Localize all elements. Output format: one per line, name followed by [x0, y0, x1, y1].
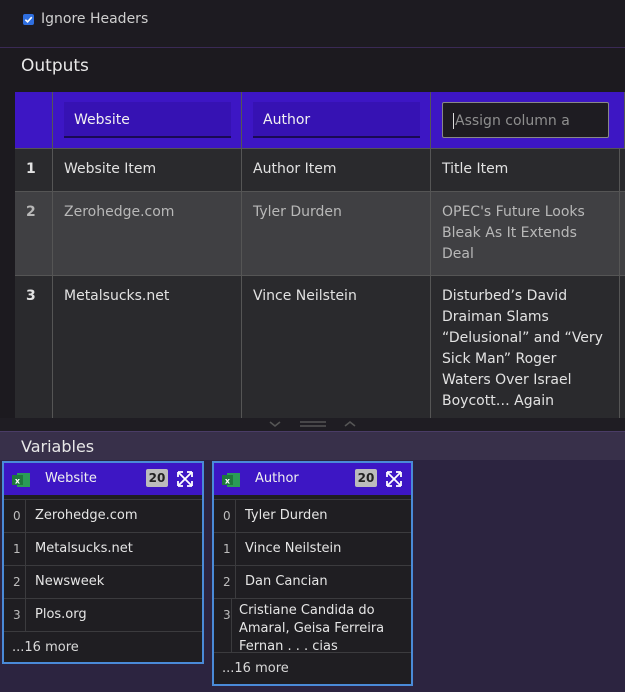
options-bar: Ignore Headers: [0, 0, 625, 48]
table-row: 3 Metalsucks.net Vince Neilstein Disturb…: [15, 275, 625, 418]
outputs-table: Website Author Assign column a name 1 We…: [15, 92, 625, 418]
item-value: Tyler Durden: [235, 500, 328, 532]
variable-name: Website: [45, 471, 97, 486]
list-item: 3 Plos.org: [4, 598, 202, 631]
list-item: 2 Dan Cancian: [214, 565, 411, 598]
item-index: 3: [223, 608, 231, 622]
row-index: 3: [15, 276, 53, 418]
table-cell: Author Item: [242, 149, 431, 191]
count-badge: 20: [355, 469, 377, 487]
variable-card-author[interactable]: x Author 20 0 Tyler Durden 1 Vince Neils…: [212, 461, 413, 686]
item-index: 0: [13, 509, 21, 523]
ignore-headers-checkbox[interactable]: [23, 14, 34, 25]
list-item: 1 Metalsucks.net: [4, 532, 202, 565]
variable-card-header: x Author 20: [214, 463, 411, 495]
table-cell: Disturbed’s David Draiman Slams “Delusio…: [431, 276, 620, 418]
chevron-up-icon[interactable]: [343, 419, 357, 429]
table-cell: Title Item: [431, 149, 620, 191]
count-badge: 20: [146, 469, 168, 487]
item-value: Vince Neilstein: [235, 533, 341, 565]
variable-card-header: x Website 20: [4, 463, 202, 495]
svg-text:x: x: [225, 477, 231, 486]
more-row[interactable]: ...16 more: [4, 631, 202, 664]
list-item: 0 Tyler Durden: [214, 499, 411, 532]
column-name-input[interactable]: Author: [253, 102, 420, 138]
more-items-link[interactable]: ...16 more: [12, 640, 79, 655]
table-cell: Tyler Durden: [242, 192, 431, 275]
item-index: 3: [13, 608, 21, 622]
variable-name: Author: [255, 471, 299, 486]
chevron-down-icon[interactable]: [268, 419, 282, 429]
more-row[interactable]: ...16 more: [214, 652, 411, 686]
table-row: 1 Website Item Author Item Title Item: [15, 148, 625, 191]
expand-arrows-icon[interactable]: [385, 470, 403, 488]
expand-arrows-icon[interactable]: [176, 470, 194, 488]
column-header-2: Author: [242, 92, 431, 148]
ignore-headers-label: Ignore Headers: [41, 11, 149, 27]
variable-card-website[interactable]: x Website 20 0 Zerohedge.com 1 Metalsuck…: [2, 461, 204, 664]
row-index: 1: [15, 149, 53, 191]
list-item: 0 Zerohedge.com: [4, 499, 202, 532]
table-cell: OPEC's Future Looks Bleak As It Extends …: [431, 192, 620, 275]
more-items-link[interactable]: ...16 more: [222, 661, 289, 676]
item-value: Newsweek: [25, 566, 104, 598]
table-cell: Metalsucks.net: [53, 276, 242, 418]
list-item: 1 Vince Neilstein: [214, 532, 411, 565]
item-value: Plos.org: [25, 599, 87, 631]
item-value: Zerohedge.com: [25, 500, 138, 532]
table-cell: Vince Neilstein: [242, 276, 431, 418]
excel-file-icon: x: [12, 473, 30, 487]
table-cell: Zerohedge.com: [53, 192, 242, 275]
column-name-input[interactable]: Assign column a name: [442, 102, 609, 165]
panel-splitter[interactable]: [0, 418, 625, 431]
row-index: 2: [15, 192, 53, 275]
list-item: 3 Cristiane Candida do Amaral, Geisa Fer…: [214, 598, 411, 652]
column-name-input[interactable]: Website: [64, 102, 231, 138]
table-row: 2 Zerohedge.com Tyler Durden OPEC's Futu…: [15, 191, 625, 275]
item-index: 1: [13, 542, 21, 556]
checkmark-icon: [24, 16, 33, 24]
drag-handle-icon[interactable]: [299, 419, 327, 429]
item-value: Metalsucks.net: [25, 533, 133, 565]
list-item: 2 Newsweek: [4, 565, 202, 598]
excel-file-icon: x: [222, 473, 240, 487]
text-cursor: [453, 113, 454, 129]
column-header-1: Website: [53, 92, 242, 148]
item-index: 2: [13, 575, 21, 589]
outputs-title: Outputs: [21, 56, 89, 76]
column-header-3: Assign column a name: [431, 92, 625, 165]
item-index: 0: [223, 509, 231, 523]
item-value: Cristiane Candida do Amaral, Geisa Ferre…: [231, 599, 403, 652]
svg-text:x: x: [15, 477, 21, 486]
header-index-cell: [15, 92, 53, 148]
item-index: 2: [223, 575, 231, 589]
item-index: 1: [223, 542, 231, 556]
item-value: Dan Cancian: [235, 566, 328, 598]
table-cell: Website Item: [53, 149, 242, 191]
variables-header: Variables: [0, 431, 625, 460]
variables-title: Variables: [21, 437, 95, 456]
